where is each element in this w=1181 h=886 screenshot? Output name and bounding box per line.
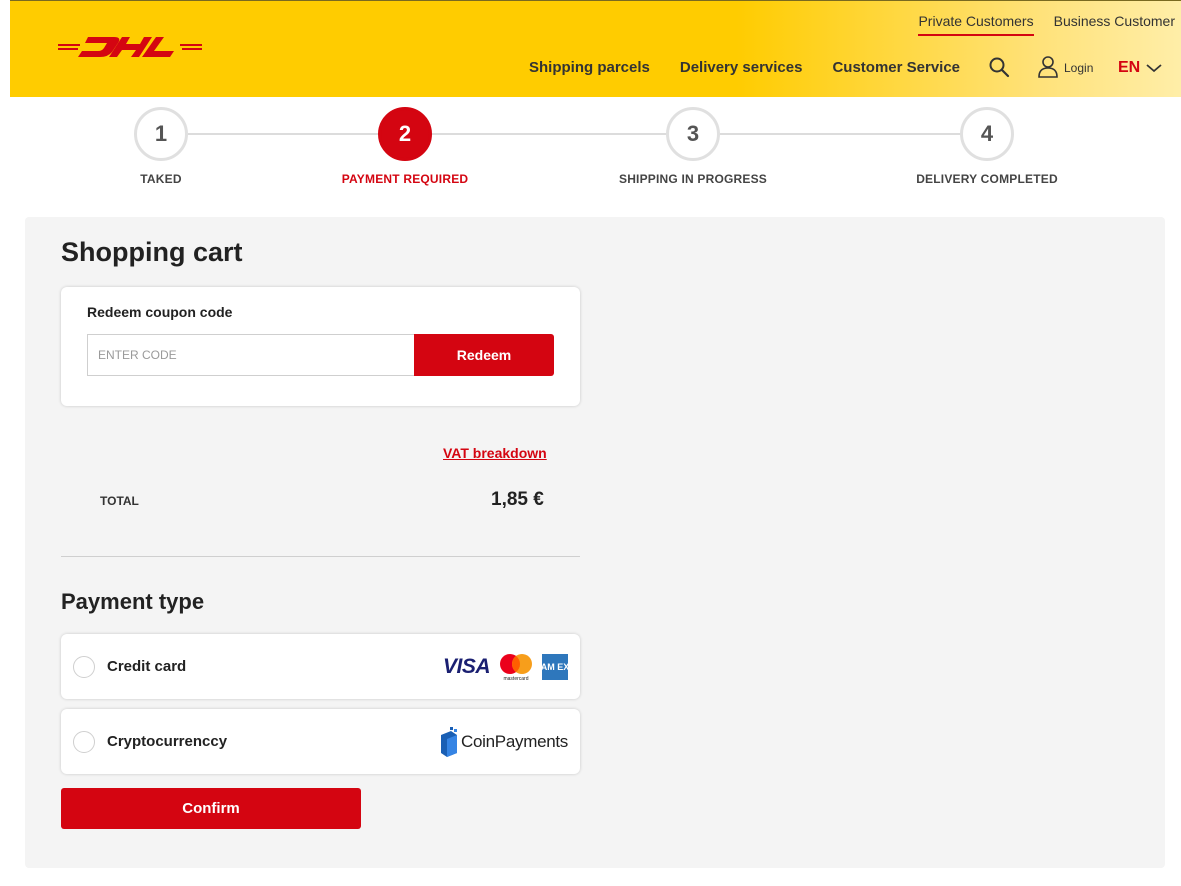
coinpayments-logo: CoinPayments (439, 727, 568, 757)
nav-delivery-services[interactable]: Delivery services (680, 59, 803, 76)
language-label: EN (1118, 59, 1141, 76)
confirm-button[interactable]: Confirm (61, 788, 361, 829)
payment-option-cryptocurrency[interactable]: Cryptocurrenccy CoinPayments (61, 709, 580, 774)
payment-type-title: Payment type (61, 589, 205, 614)
mastercard-text: mastercard (503, 676, 528, 682)
credit-card-label: Credit card (107, 658, 187, 675)
total-value: 1,85 € (491, 489, 544, 510)
total-label: TOTAL (100, 494, 139, 508)
step-connector (188, 133, 378, 135)
step-2-circle: 2 (378, 107, 432, 161)
step-connector (720, 133, 960, 135)
redeem-button[interactable]: Redeem (414, 334, 554, 376)
main-nav: Shipping parcels Delivery services Custo… (529, 59, 990, 76)
coupon-card: Redeem coupon code Redeem (61, 287, 580, 406)
step-1-label: TAKED (140, 172, 182, 186)
nav-customer-service[interactable]: Customer Service (832, 59, 960, 76)
coupon-label: Redeem coupon code (87, 304, 233, 320)
step-4-circle: 4 (960, 107, 1014, 161)
step-4-label: DELIVERY COMPLETED (916, 172, 1058, 186)
nav-shipping-parcels[interactable]: Shipping parcels (529, 59, 650, 76)
private-customers-link[interactable]: Private Customers (918, 13, 1034, 36)
coupon-code-input[interactable] (87, 334, 414, 376)
coinpayments-icon (441, 727, 458, 757)
order-progress-stepper: 1 2 3 4 TAKED PAYMENT REQUIRED SHIPPING … (0, 97, 1181, 207)
mastercard-logo: mastercard (500, 654, 532, 682)
credit-card-radio[interactable] (73, 656, 95, 678)
vat-breakdown-link[interactable]: VAT breakdown (443, 445, 547, 461)
coinpayments-text: CoinPayments (461, 732, 568, 751)
visa-logo: VISA (442, 655, 491, 678)
step-1-circle: 1 (134, 107, 188, 161)
page-title: Shopping cart (61, 237, 243, 267)
language-selector[interactable]: EN (1118, 59, 1162, 77)
step-3-label: SHIPPING IN PROGRESS (618, 172, 768, 186)
divider (61, 556, 580, 557)
cryptocurrency-label: Cryptocurrenccy (107, 733, 228, 750)
search-icon[interactable] (988, 56, 1010, 78)
step-3-circle: 3 (666, 107, 720, 161)
payment-option-credit-card[interactable]: Credit card VISA mastercard AM EX (61, 634, 580, 699)
business-customer-link[interactable]: Business Customer (1054, 13, 1175, 36)
cryptocurrency-radio[interactable] (73, 731, 95, 753)
chevron-down-icon (1146, 64, 1162, 73)
customer-type-links: Private Customers Business Customer (918, 13, 1175, 36)
user-icon[interactable] (1037, 55, 1059, 79)
card-logos: VISA mastercard AM EX (443, 652, 568, 682)
step-connector (432, 133, 666, 135)
login-link[interactable]: Login (1064, 61, 1093, 75)
step-2-label: PAYMENT REQUIRED (341, 172, 469, 186)
checkout-panel: Shopping cart Redeem coupon code Redeem … (25, 217, 1165, 868)
amex-logo: AM EX (542, 654, 568, 680)
site-header: Private Customers Business Customer Ship… (10, 0, 1181, 97)
amex-text: AM EX (542, 662, 568, 672)
dhl-logo[interactable] (58, 35, 202, 59)
